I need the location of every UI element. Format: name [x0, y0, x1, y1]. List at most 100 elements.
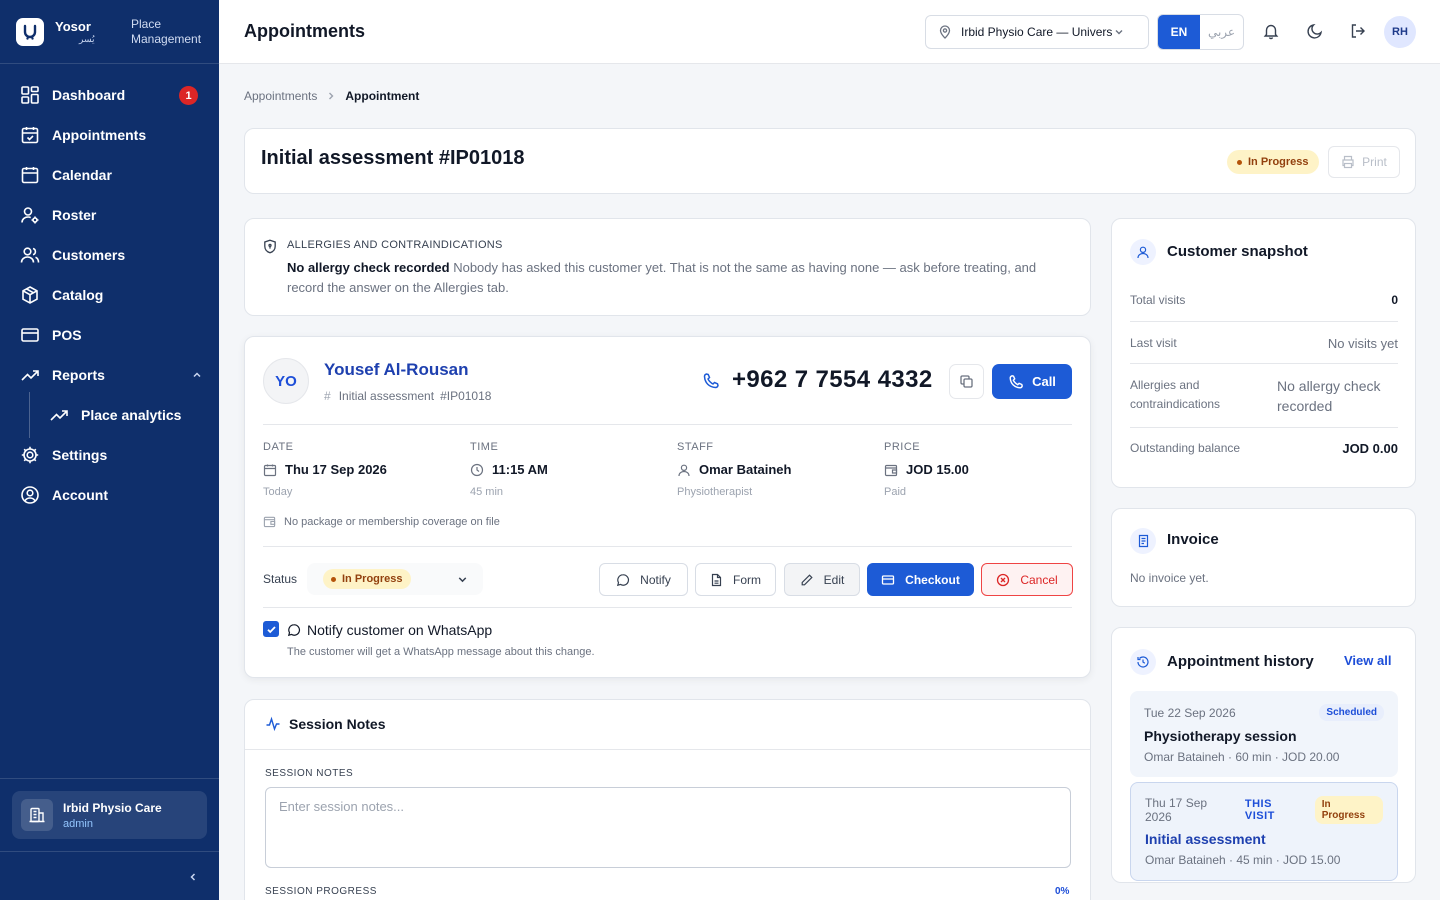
- place-switcher[interactable]: Irbid Physio Care admin: [12, 791, 207, 839]
- divider: [263, 424, 1072, 425]
- notify-button[interactable]: Notify: [599, 563, 688, 596]
- call-button[interactable]: Call: [992, 364, 1072, 399]
- sidebar-item-reports[interactable]: Reports: [0, 355, 219, 395]
- page-title: Appointments: [244, 21, 365, 41]
- copy-phone-button[interactable]: [949, 364, 984, 399]
- snapshot-value: 0: [1391, 293, 1398, 307]
- appointment-title: Initial assessment #IP01018: [261, 147, 525, 169]
- checkout-button-label: Checkout: [905, 572, 960, 587]
- sidebar-item-appointments[interactable]: Appointments: [0, 115, 219, 155]
- card-icon: [882, 574, 895, 585]
- map-pin-icon: [939, 25, 951, 39]
- user-icon: [1130, 239, 1156, 265]
- history-item-current[interactable]: Thu 17 Sep 2026 THIS VISIT In Progress I…: [1130, 782, 1398, 881]
- chat-icon: [287, 624, 301, 637]
- sidebar-item-pos[interactable]: POS: [0, 315, 219, 355]
- chevron-left-icon: [189, 872, 195, 881]
- price-info: PRICE JOD 15.00 Paid: [884, 441, 969, 498]
- divider: [245, 749, 1090, 750]
- call-button-label: Call: [1032, 374, 1056, 389]
- customer-name[interactable]: Yousef Al-Rousan: [324, 360, 469, 380]
- history-meta: Omar Bataineh · 60 min · JOD 20.00: [1144, 750, 1340, 764]
- breadcrumb-parent[interactable]: Appointments: [244, 89, 317, 103]
- phone-icon: [1009, 374, 1024, 388]
- history-item[interactable]: Tue 22 Sep 2026 Scheduled Physiotherapy …: [1130, 691, 1398, 777]
- bell-icon[interactable]: [1262, 22, 1280, 40]
- sidebar-item-label: Catalog: [52, 287, 104, 303]
- status-select[interactable]: In Progress: [307, 563, 483, 595]
- session-progress-value: 0%: [1055, 886, 1070, 897]
- sidebar-item-place-analytics[interactable]: Place analytics: [0, 395, 219, 435]
- collapse-sidebar-button[interactable]: [0, 851, 219, 900]
- cancel-button[interactable]: Cancel: [981, 563, 1073, 596]
- status-select-value: In Progress: [323, 569, 411, 589]
- sidebar-item-settings[interactable]: Settings: [0, 435, 219, 475]
- sidebar-item-roster[interactable]: Roster: [0, 195, 219, 235]
- view-all-link[interactable]: View all: [1344, 653, 1391, 668]
- user-icon: [678, 464, 690, 476]
- time-label: TIME: [470, 441, 499, 453]
- status-badge: In Progress: [1227, 150, 1319, 174]
- staff-label: STAFF: [677, 441, 714, 453]
- user-avatar[interactable]: RH: [1384, 16, 1416, 48]
- moon-icon[interactable]: [1306, 22, 1324, 40]
- session-notes-input[interactable]: Enter session notes...: [265, 787, 1071, 868]
- edit-button[interactable]: Edit: [784, 563, 860, 596]
- logout-icon[interactable]: [1349, 22, 1367, 40]
- snapshot-row-last-visit: Last visit No visits yet: [1130, 336, 1398, 351]
- print-button-label: Print: [1362, 155, 1387, 169]
- form-button[interactable]: Form: [695, 563, 776, 596]
- appointment-details-card: YO Yousef Al-Rousan # Initial assessment…: [244, 336, 1091, 678]
- allergy-headline: No allergy check recorded: [287, 260, 450, 275]
- session-progress-label: SESSION PROGRESS: [265, 886, 377, 897]
- chat-icon: [617, 573, 630, 586]
- sidebar-item-customers[interactable]: Customers: [0, 235, 219, 275]
- invoice-card: Invoice No invoice yet.: [1111, 508, 1416, 607]
- divider: [1130, 321, 1398, 322]
- language-en-button[interactable]: EN: [1158, 15, 1200, 49]
- history-status-badge: In Progress: [1314, 796, 1383, 824]
- whatsapp-notify-checkbox[interactable]: [263, 621, 279, 637]
- print-button[interactable]: Print: [1328, 146, 1400, 178]
- language-ar-button[interactable]: عربي: [1200, 15, 1243, 49]
- shield-icon: [264, 239, 276, 254]
- yosor-logo-icon[interactable]: [16, 17, 44, 46]
- location-select[interactable]: Irbid Physio Care — University: [925, 15, 1149, 49]
- phone-icon: [703, 373, 719, 389]
- staff-info: STAFF Omar Bataineh Physiotherapist: [677, 441, 791, 498]
- place-name: Irbid Physio Care: [63, 800, 162, 815]
- hash-icon: #: [324, 389, 331, 403]
- checkout-button[interactable]: Checkout: [867, 563, 974, 596]
- brand-subtitle: Place Management: [131, 16, 202, 46]
- whatsapp-notify-label[interactable]: Notify customer on WhatsApp: [307, 622, 492, 638]
- sidebar-item-catalog[interactable]: Catalog: [0, 275, 219, 315]
- calendar-check-icon: [21, 127, 39, 144]
- sidebar-item-calendar[interactable]: Calendar: [0, 155, 219, 195]
- top-header: Appointments Irbid Physio Care — Univers…: [219, 0, 1440, 64]
- chevron-up-icon[interactable]: [191, 369, 203, 381]
- trending-icon: [21, 370, 39, 381]
- brand: Yosor يُسر Place Management: [0, 0, 219, 64]
- status-dot: [331, 576, 336, 582]
- printer-icon: [1342, 155, 1354, 169]
- gear-icon: [21, 446, 39, 464]
- snapshot-value: No visits yet: [1327, 336, 1398, 351]
- sidebar-item-label: Settings: [52, 447, 108, 463]
- snapshot-row-total-visits: Total visits 0: [1130, 293, 1398, 307]
- divider: [1130, 427, 1398, 428]
- sidebar-footer: Irbid Physio Care admin: [0, 778, 219, 881]
- building-icon: [21, 799, 53, 831]
- clock-icon: [470, 463, 484, 476]
- breadcrumb-current: Appointment: [345, 89, 420, 103]
- date-value: Thu 17 Sep 2026: [285, 462, 387, 477]
- history-meta: Omar Bataineh · 45 min · JOD 15.00: [1145, 853, 1341, 867]
- sidebar-item-label: Calendar: [52, 167, 112, 183]
- customer-phone: +962 7 7554 4332: [732, 366, 933, 393]
- allergy-warning-card: ALLERGIES AND CONTRAINDICATIONS No aller…: [244, 218, 1091, 316]
- calendar-icon: [21, 167, 39, 184]
- staff-sub: Physiotherapist: [677, 486, 753, 498]
- appointment-history-title: Appointment history: [1167, 653, 1314, 670]
- status-label: Status: [263, 572, 298, 586]
- sidebar-item-account[interactable]: Account: [0, 475, 219, 515]
- sidebar-item-dashboard[interactable]: Dashboard 1: [0, 75, 219, 115]
